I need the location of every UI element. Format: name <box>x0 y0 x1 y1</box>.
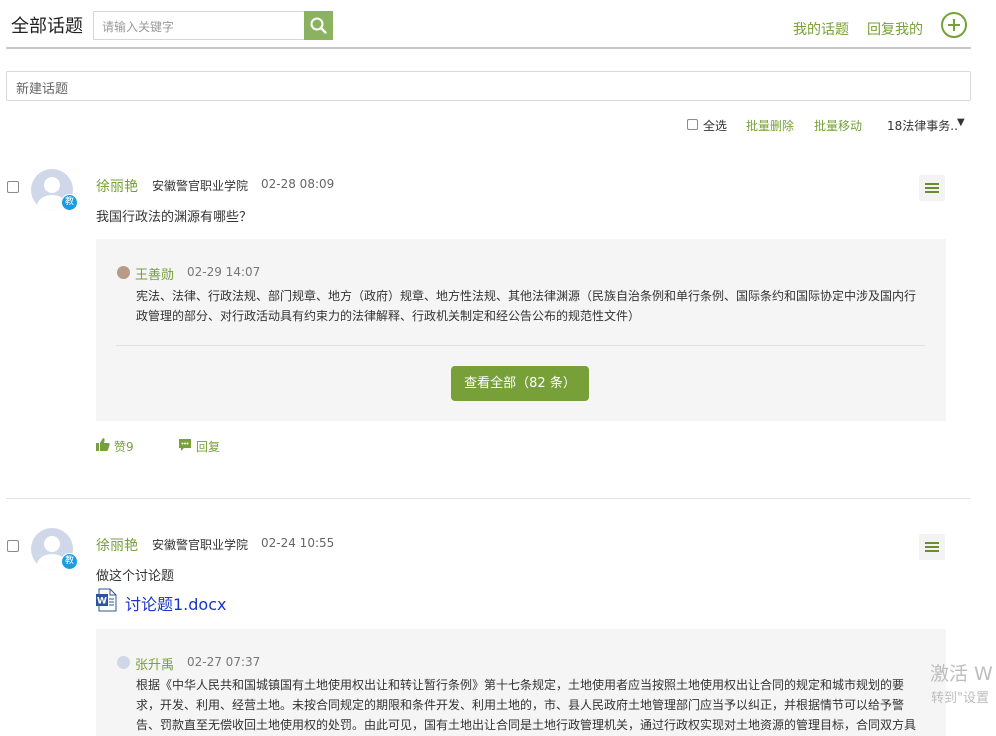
reply-label: 回复 <box>196 440 221 454</box>
batch-move-button[interactable]: 批量移动 <box>814 117 862 134</box>
post-checkbox[interactable] <box>7 540 19 552</box>
post-school: 安徽警官职业学院 <box>152 179 249 193</box>
reply-author[interactable]: 张升禹 <box>135 654 174 673</box>
post-checkbox[interactable] <box>7 181 19 193</box>
course-select[interactable]: 18法律事务.. <box>887 117 958 134</box>
add-topic-icon[interactable] <box>941 12 967 38</box>
reply-time: 02-27 07:37 <box>187 655 261 669</box>
view-all-replies-button[interactable]: 查看全部（82 条） <box>451 366 589 401</box>
dropdown-arrow-icon[interactable]: ▼ <box>957 117 965 128</box>
activation-watermark: 激活 W <box>930 663 993 685</box>
post-school: 安徽警官职业学院 <box>152 538 249 552</box>
select-all-label: 全选 <box>703 119 728 133</box>
post-menu-icon[interactable] <box>919 175 945 201</box>
comment-icon <box>179 439 191 451</box>
word-doc-icon: W <box>96 588 117 612</box>
new-topic-field[interactable]: 新建话题 <box>6 71 971 101</box>
batch-delete-button[interactable]: 批量删除 <box>746 117 794 134</box>
reply-divider <box>116 345 925 346</box>
reply-text-line: 求，开发、利用、经营土地。未按合同规定的期限和条件开发、利用土地的，市、县人民政… <box>136 698 905 712</box>
post-time: 02-24 10:55 <box>261 536 335 550</box>
replies-to-me-link[interactable]: 回复我的 <box>867 19 923 39</box>
search-icon <box>310 17 327 34</box>
teacher-badge: 教 <box>61 194 78 211</box>
post-menu-icon[interactable] <box>919 534 945 560</box>
header-divider <box>6 47 971 49</box>
search-button[interactable] <box>304 11 333 40</box>
activation-watermark-hint: 转到"设置 <box>931 691 989 706</box>
reply-text-line: 根据《中华人民共和国城镇国有土地使用权出让和转让暂行条例》第十七条规定，土地使用… <box>136 678 905 692</box>
reply-text-line: 政管理的部分、对行政活动具有约束力的法律解释、行政机关制定和经公告公布的规范性文… <box>136 309 641 323</box>
select-all-checkbox[interactable] <box>687 119 698 130</box>
search-box[interactable] <box>93 11 333 40</box>
post-author[interactable]: 徐丽艳 <box>96 535 138 555</box>
post-text[interactable]: 做这个讨论题 <box>96 565 174 584</box>
reply-avatar[interactable] <box>117 266 130 279</box>
search-input[interactable] <box>100 17 304 37</box>
post-time: 02-28 08:09 <box>261 177 335 191</box>
like-count: 赞9 <box>114 440 134 454</box>
new-topic-placeholder: 新建话题 <box>16 82 69 97</box>
reply-avatar[interactable] <box>117 656 130 669</box>
reply-text-line: 告、罚款直至无偿收回土地使用权的处罚。由此可见，国有土地出让合同是土地行政管理机… <box>136 718 917 732</box>
attachment-name[interactable]: 讨论题1.docx <box>125 591 226 615</box>
reply-author[interactable]: 王善勋 <box>135 264 174 283</box>
svg-text:W: W <box>97 597 107 607</box>
thumbs-up-icon <box>96 438 110 451</box>
teacher-badge: 教 <box>61 553 78 570</box>
my-topics-link[interactable]: 我的话题 <box>793 19 849 39</box>
reply-text-line: 宪法、法律、行政法规、部门规章、地方（政府）规章、地方性法规、其他法律渊源（民族… <box>136 289 917 303</box>
reply-time: 02-29 14:07 <box>187 265 261 279</box>
page-title: 全部话题 <box>11 16 83 37</box>
post-divider <box>6 498 971 499</box>
post-text[interactable]: 我国行政法的渊源有哪些？ <box>96 206 252 225</box>
post-author[interactable]: 徐丽艳 <box>96 176 138 196</box>
